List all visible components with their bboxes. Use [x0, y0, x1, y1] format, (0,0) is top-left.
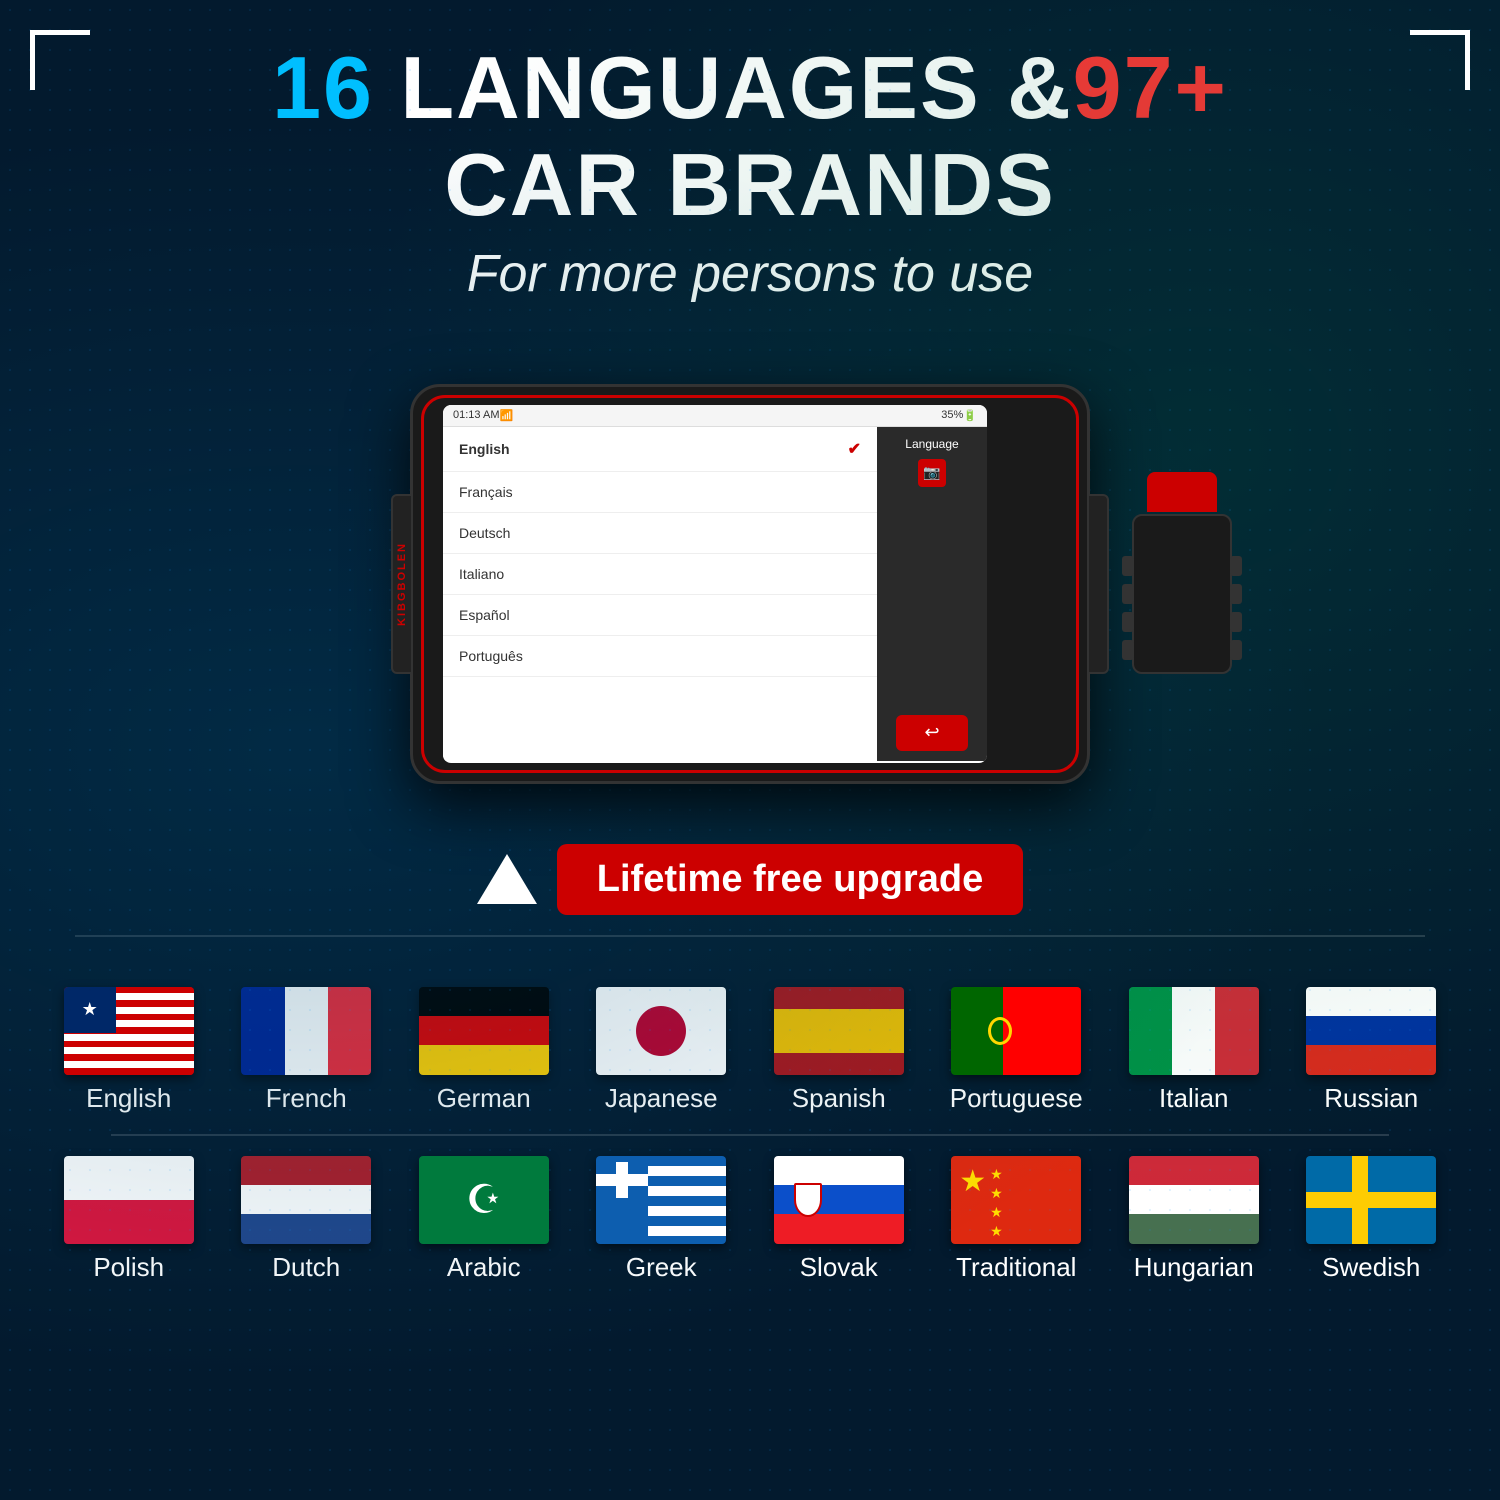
device-section: 01:13 AM 📶 35% 🔋 English ✔ Français: [0, 344, 1500, 824]
language-panel: Language 📷 ↩: [877, 427, 987, 761]
lang-item-italian[interactable]: Italiano: [443, 554, 877, 595]
time-display: 01:13 AM: [453, 409, 499, 421]
upgrade-section: Lifetime free upgrade: [0, 844, 1500, 915]
obd-ridges-left: [1122, 556, 1134, 660]
camera-icon[interactable]: 📷: [918, 459, 946, 487]
language-list: English ✔ Français Deutsch Italiano: [443, 427, 877, 761]
screen-body: English ✔ Français Deutsch Italiano: [443, 427, 987, 761]
panel-title: Language: [905, 437, 958, 451]
right-grip: [1087, 494, 1109, 674]
upgrade-badge: Lifetime free upgrade: [557, 844, 1023, 915]
back-button[interactable]: ↩: [896, 715, 968, 751]
bracket-top-right: [1410, 30, 1470, 90]
bracket-top-left: [30, 30, 90, 90]
scanner-device: 01:13 AM 📶 35% 🔋 English ✔ Français: [410, 384, 1090, 784]
flag-ar: [419, 1156, 549, 1244]
battery-display: 35%: [941, 409, 963, 421]
obd-ridges-right: [1230, 556, 1242, 660]
left-grip: [391, 494, 413, 674]
obd-top: [1147, 472, 1217, 512]
lang-item-portuguese[interactable]: Português: [443, 636, 877, 677]
lang-item-french[interactable]: Français: [443, 472, 877, 513]
flag-us: ★: [64, 987, 194, 1075]
flag-gr: [596, 1156, 726, 1244]
upgrade-arrow: [477, 854, 537, 904]
obd-connector: [1117, 474, 1247, 694]
checkmark-icon: ✔: [848, 439, 861, 459]
obd-body: [1132, 514, 1232, 674]
statusbar: 01:13 AM 📶 35% 🔋: [443, 405, 987, 427]
scanner-screen: 01:13 AM 📶 35% 🔋 English ✔ Français: [443, 405, 987, 763]
lang-item-spanish[interactable]: Español: [443, 595, 877, 636]
page-container: 16 LANGUAGES &97+ CAR BRANDS For more pe…: [0, 0, 1500, 1500]
flag-sk: [774, 1156, 904, 1244]
lang-item-english[interactable]: English ✔: [443, 427, 877, 472]
flag-se: [1306, 1156, 1436, 1244]
lang-item-german[interactable]: Deutsch: [443, 513, 877, 554]
flag-pt: [951, 987, 1081, 1075]
